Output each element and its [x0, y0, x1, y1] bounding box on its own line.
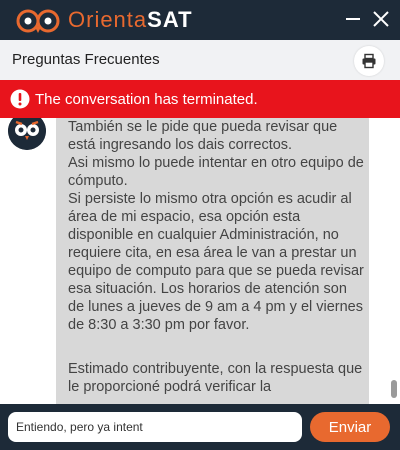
app-brand: OrientaSAT	[68, 6, 193, 34]
print-button[interactable]	[354, 46, 384, 76]
message-paragraph: Si persiste lo mismo otra opción es acud…	[68, 191, 364, 333]
printer-icon	[362, 53, 376, 69]
conversation-terminated-alert: The conversation has terminated.	[0, 80, 400, 118]
owl-avatar-icon	[8, 118, 46, 150]
bot-message-bubble: También se le pide que pueda revisar que…	[56, 118, 369, 404]
chat-history[interactable]: También se le pide que pueda revisar que…	[0, 118, 400, 404]
minimize-icon[interactable]	[342, 8, 364, 30]
message-paragraph: Estimado contribuyente, con la respuesta…	[68, 361, 363, 395]
message-input[interactable]	[8, 412, 302, 442]
chat-header: Preguntas Frecuentes	[0, 40, 400, 80]
alert-text: The conversation has terminated.	[35, 91, 258, 108]
close-icon[interactable]	[370, 8, 392, 30]
message-paragraph: También se le pide que pueda revisar que…	[68, 119, 338, 153]
send-button[interactable]: Enviar	[310, 412, 390, 442]
brand-part-sat: SAT	[147, 7, 193, 32]
exclamation-circle-icon	[10, 89, 30, 109]
scrollbar-thumb[interactable]	[391, 380, 397, 398]
brand-part-orienta: Orienta	[68, 7, 148, 32]
page-title: Preguntas Frecuentes	[12, 51, 160, 68]
owl-logo-icon	[16, 9, 60, 33]
message-paragraph: Asi mismo lo puede intentar en otro equi…	[68, 155, 364, 189]
chat-scrollbar[interactable]	[390, 118, 398, 404]
